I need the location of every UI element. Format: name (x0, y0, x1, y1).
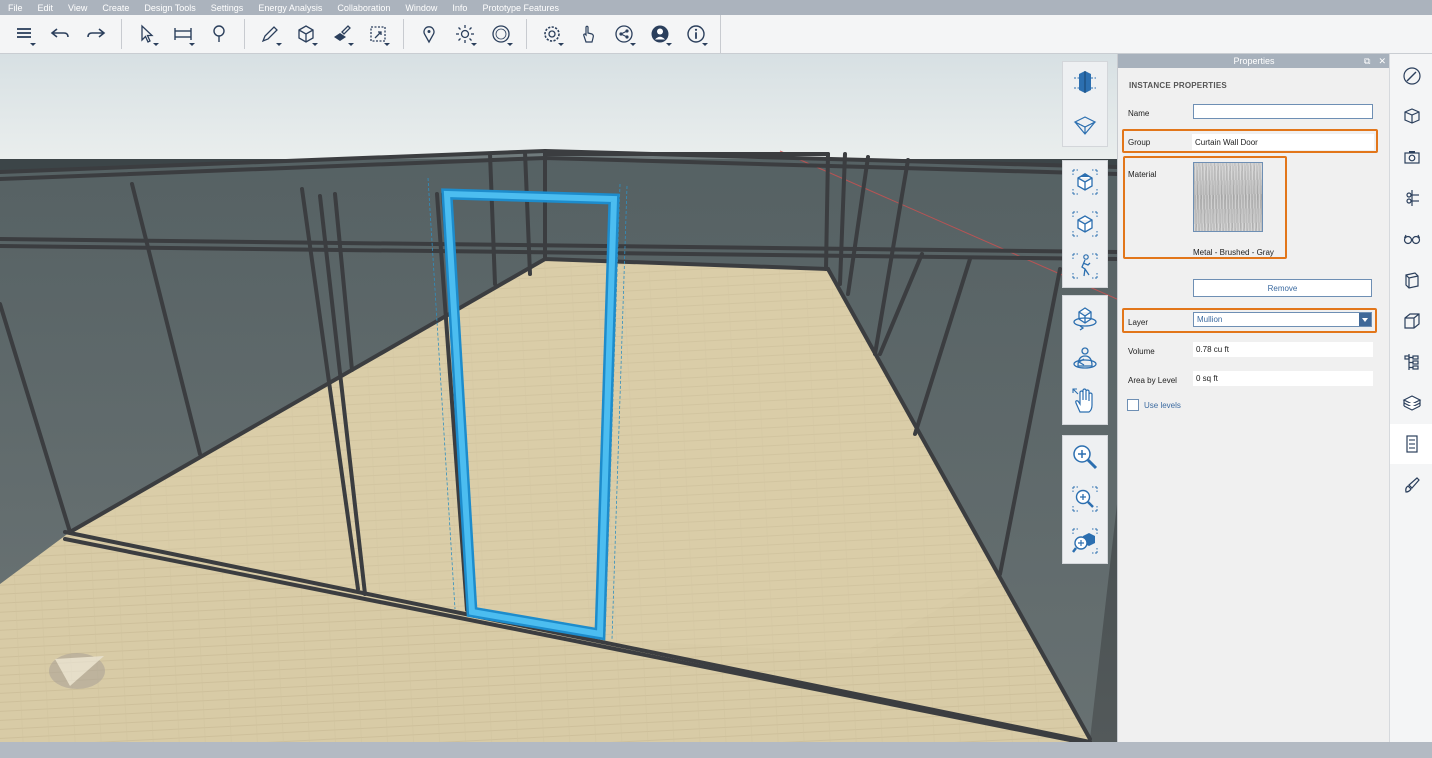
zoom-group (1062, 435, 1108, 564)
perspective-view-icon[interactable] (1063, 203, 1107, 245)
area-label: Area by Level (1128, 376, 1177, 385)
scene-render[interactable] (0, 54, 1117, 742)
menu-settings[interactable]: Settings (203, 3, 244, 13)
material-cube-icon[interactable] (1390, 96, 1432, 136)
remove-button[interactable]: Remove (1193, 279, 1372, 297)
paint-bucket-icon[interactable] (201, 16, 237, 52)
section-cube-icon[interactable] (1390, 260, 1432, 300)
properties-panel: Properties ⧉ ✕ INSTANCE PROPERTIES Name … (1117, 54, 1390, 742)
use-levels-label: Use levels (1144, 400, 1181, 410)
compass-indicator (49, 653, 105, 689)
instance-properties-heading: INSTANCE PROPERTIES (1129, 81, 1227, 90)
name-field[interactable] (1193, 104, 1373, 119)
settings-gear-icon[interactable] (534, 16, 570, 52)
location-pin-icon[interactable] (411, 16, 447, 52)
name-label: Name (1128, 109, 1150, 118)
menu-info[interactable]: Info (444, 3, 467, 13)
style-brush-icon[interactable] (1390, 56, 1432, 96)
zoom-region-icon[interactable] (1063, 478, 1107, 520)
close-icon[interactable]: ✕ (1378, 56, 1386, 67)
toolbar-separator (244, 19, 245, 49)
layer-dropdown[interactable]: Mullion (1193, 312, 1372, 327)
menu-prototype-features[interactable]: Prototype Features (474, 3, 559, 13)
volume-value: 0.78 cu ft (1193, 342, 1373, 357)
toolbar-separator (121, 19, 122, 49)
menu-bar: File Edit View Create Design Tools Setti… (0, 0, 1432, 15)
toolbar-separator (526, 19, 527, 49)
properties-title: Properties (1233, 56, 1275, 66)
select-arrow-icon[interactable] (129, 16, 165, 52)
use-levels-option[interactable]: Use levels (1127, 399, 1181, 411)
menu-file[interactable]: File (0, 3, 23, 13)
group-field[interactable]: Curtain Wall Door (1192, 134, 1374, 150)
main-toolbar (0, 15, 1432, 54)
zoom-extents-icon[interactable] (1063, 520, 1107, 562)
sun-settings-icon[interactable] (447, 16, 483, 52)
area-value: 0 sq ft (1193, 371, 1373, 386)
top-view-icon[interactable] (1063, 62, 1107, 104)
menu-collaboration[interactable]: Collaboration (329, 3, 390, 13)
dimension-icon[interactable] (483, 16, 519, 52)
menu-design-tools[interactable]: Design Tools (136, 3, 195, 13)
cube-create-icon[interactable] (288, 16, 324, 52)
list-menu-icon[interactable] (6, 16, 42, 52)
status-bar (0, 742, 1432, 758)
snapshot-icon[interactable] (1390, 178, 1432, 218)
user-account-icon[interactable] (642, 16, 678, 52)
touch-gesture-icon[interactable] (570, 16, 606, 52)
pan-hand-icon[interactable] (1063, 380, 1107, 422)
home-view-icon[interactable] (1063, 161, 1107, 203)
tree-hierarchy-icon[interactable] (1390, 342, 1432, 382)
chevron-down-icon[interactable] (1359, 313, 1371, 326)
redo-icon[interactable] (78, 16, 114, 52)
layers-stack-icon[interactable] (1390, 383, 1432, 423)
layer-label: Layer (1128, 318, 1149, 327)
view-cube-group (1062, 61, 1108, 147)
level-box-icon[interactable] (1390, 301, 1432, 341)
undo-icon[interactable] (42, 16, 78, 52)
layer-value: Mullion (1197, 315, 1223, 324)
volume-label: Volume (1128, 347, 1155, 356)
orbit-icon[interactable] (1063, 296, 1107, 338)
geometry-edit-icon[interactable] (324, 16, 360, 52)
3d-viewport[interactable] (0, 54, 1117, 742)
view-mode-group (1062, 160, 1108, 288)
undock-icon[interactable]: ⧉ (1364, 56, 1370, 67)
measure-tape-icon[interactable] (165, 16, 201, 52)
share-icon[interactable] (606, 16, 642, 52)
properties-panel-icon[interactable] (1390, 424, 1432, 464)
use-levels-checkbox[interactable] (1127, 399, 1139, 411)
material-swatch[interactable] (1193, 162, 1263, 232)
camera-scene-icon[interactable] (1390, 137, 1432, 177)
camera-navigation-group (1062, 295, 1108, 425)
sketch-pencil-icon[interactable] (252, 16, 288, 52)
menu-create[interactable]: Create (94, 3, 129, 13)
menu-window[interactable]: Window (397, 3, 437, 13)
menu-edit[interactable]: Edit (30, 3, 54, 13)
menu-energy-analysis[interactable]: Energy Analysis (250, 3, 322, 13)
look-around-icon[interactable] (1063, 338, 1107, 380)
toolbar-end-separator (720, 15, 721, 53)
bottom-view-icon[interactable] (1063, 104, 1107, 146)
group-label: Group (1128, 138, 1151, 147)
walk-mode-icon[interactable] (1063, 245, 1107, 287)
right-tool-rail (1389, 54, 1432, 742)
properties-header: Properties ⧉ ✕ (1118, 54, 1390, 68)
group-select-icon[interactable] (360, 16, 396, 52)
zoom-in-icon[interactable] (1063, 436, 1107, 478)
paint-brush-icon[interactable] (1390, 465, 1432, 505)
info-icon[interactable] (678, 16, 714, 52)
material-label: Material (1128, 170, 1157, 179)
material-name: Metal - Brushed - Gray (1193, 248, 1274, 257)
menu-view[interactable]: View (60, 3, 87, 13)
glasses-view-icon[interactable] (1390, 219, 1432, 259)
toolbar-separator (403, 19, 404, 49)
